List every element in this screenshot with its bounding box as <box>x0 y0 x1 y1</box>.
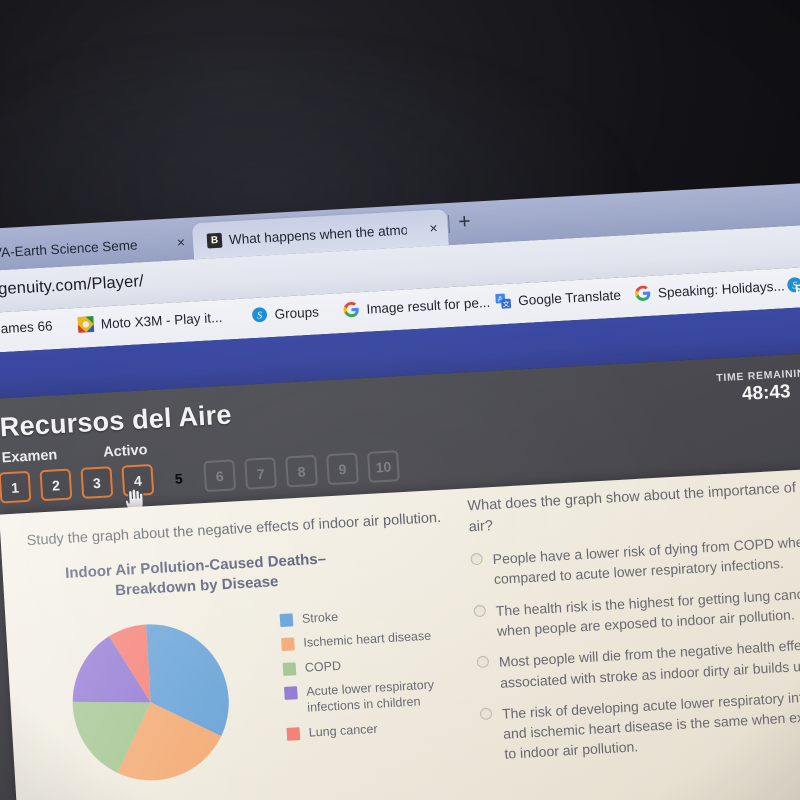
chart-title: Indoor Air Pollution-Caused Deaths–Break… <box>64 550 327 600</box>
question-text: What does the graph show about the impor… <box>467 477 800 536</box>
question-column: What does the graph show about the impor… <box>467 476 800 777</box>
language-label: Español <box>794 278 800 297</box>
bookmark-label: Google Translate <box>517 287 622 308</box>
timer-value: 48:43 <box>741 381 792 405</box>
answer-option-1[interactable]: People have a lower risk of dying from C… <box>470 530 800 591</box>
google-icon <box>635 285 651 301</box>
answer-option-2[interactable]: The health risk is the highest for getti… <box>473 581 800 642</box>
svg-text:文: 文 <box>502 299 510 308</box>
question-nav-label: 10 <box>375 458 392 475</box>
tab-title: 2018 VA-Earth Science Semester <box>0 236 138 262</box>
tab-divider <box>447 215 451 234</box>
legend-label: Ischemic heart disease <box>302 628 432 650</box>
tab-title: What happens when the atmosp <box>228 221 408 247</box>
bookmark-label: Speaking: Holidays... <box>657 277 786 300</box>
question-nav-label: 2 <box>51 476 61 494</box>
legend-swatch-icon <box>279 612 294 627</box>
question-nav-item-5[interactable]: 5 <box>162 462 195 495</box>
answer-option-3[interactable]: Most people will die from the negative h… <box>476 633 800 694</box>
legend-item-5: Lung cancer <box>286 716 467 742</box>
bookmark-speaking-holidays[interactable]: Speaking: Holidays... <box>635 277 786 301</box>
legend-swatch-icon <box>286 726 301 741</box>
moto-x3m-icon <box>77 316 95 333</box>
stimulus-text: Study the graph about the negative effec… <box>26 509 442 550</box>
question-nav-item-6[interactable]: 6 <box>203 459 237 493</box>
question-nav-label: 7 <box>256 465 265 482</box>
question-card: Study the graph about the negative effec… <box>0 467 800 800</box>
exam-page: Recursos del Aire Examen Activo TIME REM… <box>0 348 800 800</box>
bookmark-label: Moto X3M - Play it... <box>100 309 223 332</box>
skype-icon: S <box>252 307 267 323</box>
translate-icon: A 文 <box>495 293 512 309</box>
legend-label: COPD <box>304 658 342 675</box>
legend-swatch-icon <box>281 637 295 652</box>
radio-button-icon[interactable] <box>479 707 493 720</box>
chart-area: Stroke Ischemic heart disease COPD Acute lo… <box>31 592 471 796</box>
radio-button-icon[interactable] <box>470 552 484 566</box>
timer: TIME REMAINING 48:43 <box>716 367 800 407</box>
question-nav-label: 3 <box>92 474 102 491</box>
brainly-favicon-icon: B <box>206 232 223 249</box>
tab-close-icon[interactable]: × <box>425 220 438 237</box>
legend-label: Lung cancer <box>308 721 378 740</box>
tab-close-icon[interactable]: × <box>172 234 185 251</box>
answer-option-4[interactable]: The risk of developing acute lower respi… <box>479 684 800 765</box>
answer-option-label: The health risk is the highest for getti… <box>495 584 800 639</box>
assignment-status: Activo <box>102 442 148 461</box>
bookmark-unblocked-games[interactable]: blocked Games 66 <box>0 318 53 339</box>
radio-button-icon[interactable] <box>476 655 490 669</box>
question-nav-label: 9 <box>338 460 347 478</box>
stimulus-column: Study the graph about the negative effec… <box>26 507 471 796</box>
legend-swatch-icon <box>282 662 297 676</box>
assignment-type: Examen <box>1 447 58 467</box>
legend-label: Stroke <box>301 609 339 626</box>
legend-item-4: Acute lower respiratory infections in ch… <box>284 676 466 717</box>
question-nav-label: 1 <box>10 478 20 496</box>
answer-option-label: Most people will die from the negative h… <box>498 636 800 691</box>
answer-option-label: People have a lower risk of dying from C… <box>492 533 800 588</box>
answer-options: People have a lower risk of dying from C… <box>470 530 800 766</box>
bookmark-groups[interactable]: S Groups <box>251 303 319 323</box>
question-nav-label: 6 <box>215 467 225 484</box>
legend-swatch-icon <box>284 686 298 701</box>
bookmark-label: blocked Games 66 <box>0 318 53 339</box>
google-icon <box>343 301 359 318</box>
bookmark-moto-x3m[interactable]: Moto X3M - Play it... <box>77 309 223 333</box>
page-title: Recursos del Aire <box>0 399 233 443</box>
question-nav-item-1[interactable]: 1 <box>0 470 32 504</box>
assignment-meta: Examen Activo <box>1 442 148 466</box>
question-nav-item-7[interactable]: 7 <box>244 457 278 490</box>
laptop-screen-photo: 2018 VA-Earth Science Semester × B What … <box>0 0 800 800</box>
question-nav-label: 8 <box>297 462 306 480</box>
question-nav-label: 5 <box>174 469 184 487</box>
bookmark-google-translate[interactable]: A 文 Google Translate <box>495 287 622 310</box>
question-nav-item-8[interactable]: 8 <box>285 454 318 488</box>
legend-item-3: COPD <box>282 652 464 678</box>
new-tab-button[interactable]: + <box>458 210 472 234</box>
answer-option-label: The risk of developing acute lower respi… <box>501 686 800 763</box>
legend-item-2: Ischemic heart disease <box>281 627 462 653</box>
browser-window: 2018 VA-Earth Science Semester × B What … <box>0 178 800 800</box>
radio-button-icon[interactable] <box>473 604 487 617</box>
question-nav-item-2[interactable]: 2 <box>39 468 73 502</box>
chart-legend: Stroke Ischemic heart disease COPD Acute lo… <box>279 603 468 752</box>
bookmark-label: Image result for pe... <box>365 294 491 317</box>
question-nav-item-10[interactable]: 10 <box>367 450 400 483</box>
legend-item-1: Stroke <box>279 603 461 629</box>
pie-chart <box>72 624 229 780</box>
bookmark-image-result[interactable]: Image result for pe... <box>343 294 491 318</box>
url-text[interactable]: earn.edgenuity.com/Player/ <box>0 272 144 302</box>
question-nav-item-3[interactable]: 3 <box>80 466 114 499</box>
bookmark-label: Groups <box>274 303 320 322</box>
legend-label: Acute lower respiratory infections in ch… <box>305 677 435 715</box>
svg-text:S: S <box>257 310 263 321</box>
question-nav-item-9[interactable]: 9 <box>326 452 359 486</box>
